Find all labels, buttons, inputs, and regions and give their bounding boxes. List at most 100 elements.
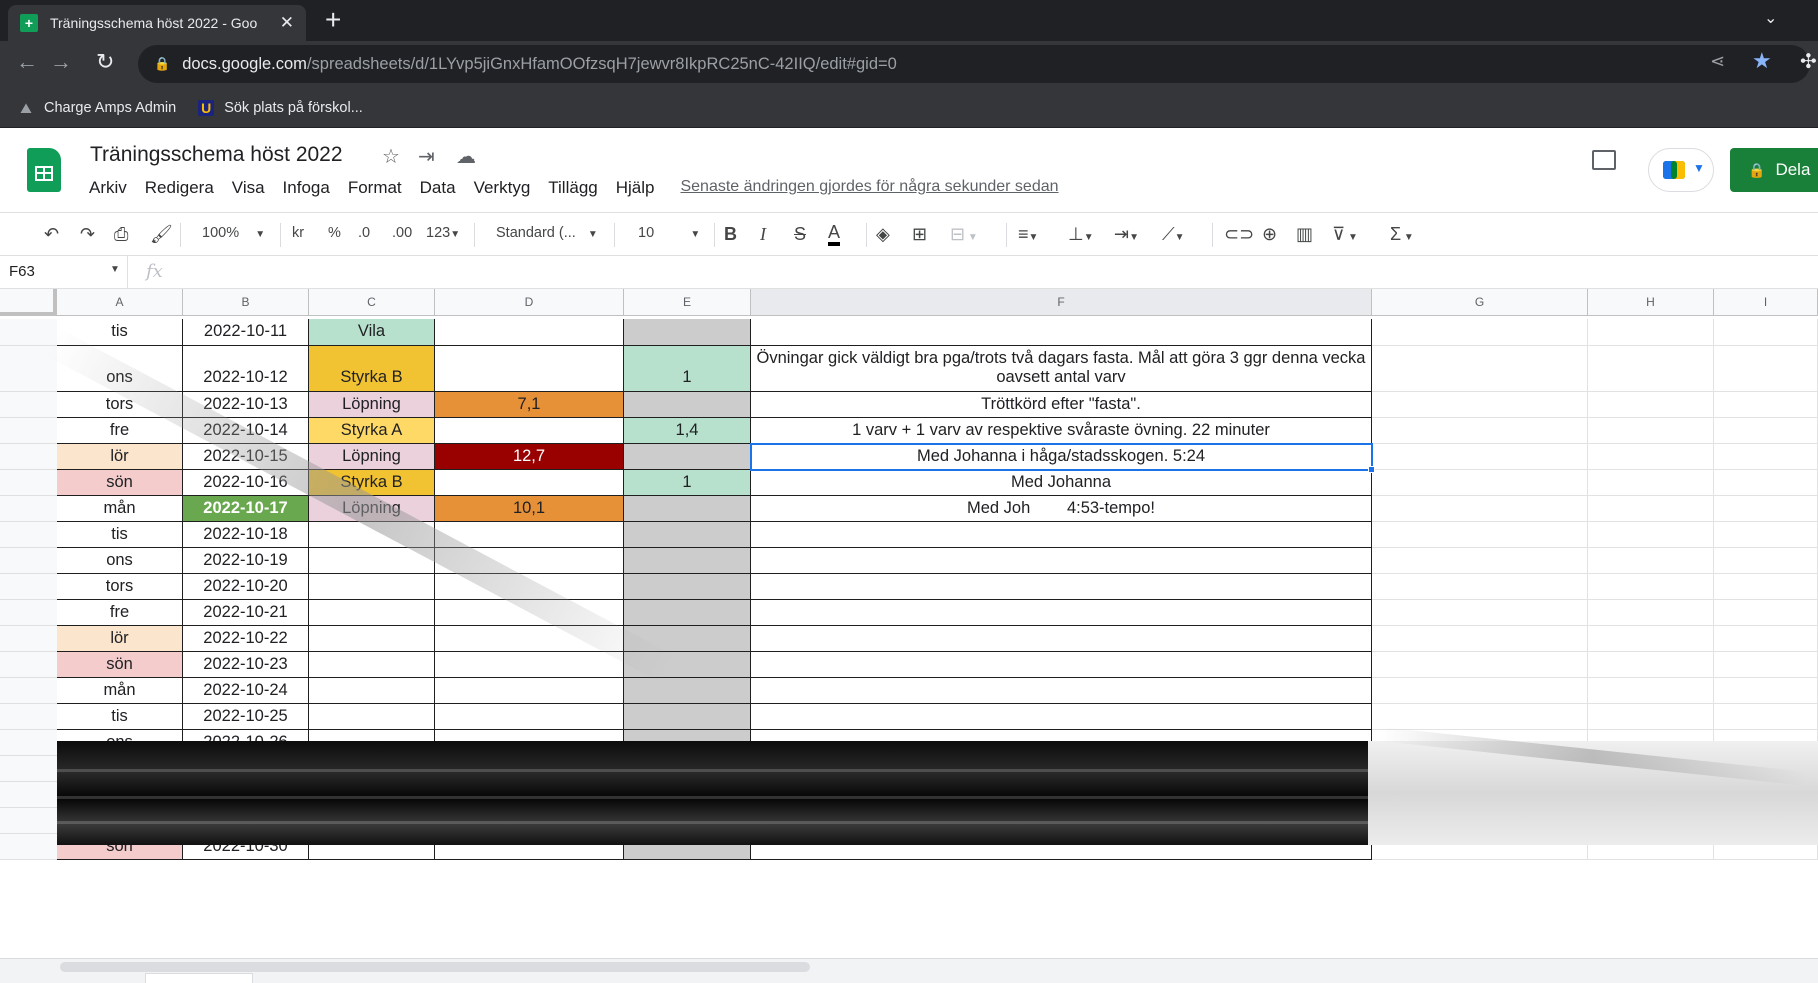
bookmark-forskola[interactable]: U Sök plats på förskol... bbox=[198, 99, 363, 116]
cell-b[interactable]: 2022-10-12 bbox=[183, 346, 309, 392]
extensions-puzzle-icon[interactable]: ✣ bbox=[1800, 49, 1817, 74]
cell-c[interactable] bbox=[309, 652, 435, 678]
cell-c[interactable]: Vila bbox=[309, 319, 435, 346]
new-tab-plus-icon[interactable]: + bbox=[325, 4, 341, 36]
bold-button[interactable]: B bbox=[724, 222, 737, 246]
column-header-f[interactable]: F bbox=[751, 289, 1372, 316]
cell-a[interactable]: tis bbox=[57, 704, 183, 730]
cell-e[interactable] bbox=[624, 678, 751, 704]
cell-a[interactable]: lör bbox=[57, 626, 183, 652]
font-size-select[interactable]: 10 ▼ bbox=[638, 225, 700, 241]
zoom-select[interactable]: 100% ▼ bbox=[202, 225, 265, 241]
increase-decimal-button[interactable]: .00 bbox=[392, 225, 412, 241]
cell-d[interactable] bbox=[435, 652, 624, 678]
italic-button[interactable]: I bbox=[760, 222, 766, 246]
column-header-a[interactable]: A bbox=[57, 289, 183, 316]
cell-f[interactable]: Tröttkörd efter "fasta". bbox=[751, 392, 1372, 418]
percent-format-button[interactable]: % bbox=[328, 225, 341, 241]
name-box[interactable]: F63 ▼ bbox=[0, 256, 128, 288]
share-button[interactable]: 🔒 Dela bbox=[1730, 148, 1818, 192]
bookmark-star-icon[interactable]: ★ bbox=[1752, 48, 1772, 74]
address-bar[interactable]: 🔒 docs.google.com /spreadsheets/d/1LYvp5… bbox=[138, 45, 1810, 83]
move-folder-icon[interactable]: ⇥ bbox=[418, 144, 435, 169]
cell-d[interactable]: 7,1 bbox=[435, 392, 624, 418]
cell-d[interactable]: 10,1 bbox=[435, 496, 624, 522]
cell-e[interactable] bbox=[624, 600, 751, 626]
cell-f[interactable] bbox=[751, 652, 1372, 678]
horizontal-align-icon[interactable]: ≡▼ bbox=[1018, 222, 1038, 246]
forward-arrow-icon[interactable]: → bbox=[50, 49, 72, 75]
cell-c[interactable] bbox=[309, 678, 435, 704]
tab-search-chevron-icon[interactable]: ⌄ bbox=[1764, 8, 1777, 28]
empty-cell[interactable] bbox=[1714, 392, 1818, 418]
menu-tillagg[interactable]: Tillägg bbox=[548, 178, 597, 198]
column-header-d[interactable]: D bbox=[435, 289, 624, 316]
empty-cell[interactable] bbox=[1372, 346, 1588, 392]
cell-a[interactable]: tors bbox=[57, 574, 183, 600]
empty-cell[interactable] bbox=[1372, 319, 1588, 346]
horizontal-scrollbar[interactable] bbox=[60, 962, 810, 972]
row-header[interactable] bbox=[0, 574, 57, 600]
merge-cells-icon[interactable]: ⊟ ▼ bbox=[950, 222, 978, 246]
cell-c[interactable] bbox=[309, 626, 435, 652]
empty-cell[interactable] bbox=[1714, 704, 1818, 730]
menu-format[interactable]: Format bbox=[348, 178, 402, 198]
cell-e[interactable]: 1 bbox=[624, 346, 751, 392]
row-header[interactable] bbox=[0, 730, 57, 756]
empty-cell[interactable] bbox=[1372, 678, 1588, 704]
comment-history-icon[interactable] bbox=[1592, 150, 1616, 170]
empty-cell[interactable] bbox=[1588, 522, 1714, 548]
cell-a[interactable]: fre bbox=[57, 418, 183, 444]
cell-b[interactable]: 2022-10-25 bbox=[183, 704, 309, 730]
empty-cell[interactable] bbox=[1588, 574, 1714, 600]
empty-cell[interactable] bbox=[1588, 652, 1714, 678]
cell-a[interactable]: lör bbox=[57, 444, 183, 470]
cell-b[interactable]: 2022-10-18 bbox=[183, 522, 309, 548]
row-header[interactable] bbox=[0, 548, 57, 574]
empty-cell[interactable] bbox=[1588, 470, 1714, 496]
empty-cell[interactable] bbox=[1714, 600, 1818, 626]
sheets-logo-icon[interactable] bbox=[27, 148, 61, 192]
meet-button[interactable]: ▼ bbox=[1648, 148, 1714, 192]
cell-d[interactable] bbox=[435, 470, 624, 496]
empty-cell[interactable] bbox=[1714, 678, 1818, 704]
formula-input[interactable] bbox=[183, 263, 1783, 283]
cell-b[interactable]: 2022-10-20 bbox=[183, 574, 309, 600]
cell-a[interactable]: sön bbox=[57, 470, 183, 496]
empty-cell[interactable] bbox=[1714, 418, 1818, 444]
strikethrough-button[interactable]: S bbox=[794, 222, 806, 246]
cell-e[interactable] bbox=[624, 392, 751, 418]
row-header[interactable] bbox=[0, 626, 57, 652]
cell-c[interactable]: Löpning bbox=[309, 392, 435, 418]
menu-infoga[interactable]: Infoga bbox=[283, 178, 330, 198]
row-header[interactable] bbox=[0, 678, 57, 704]
row-header[interactable] bbox=[0, 319, 57, 346]
empty-cell[interactable] bbox=[1372, 652, 1588, 678]
insert-comment-icon[interactable]: ⊕ bbox=[1262, 222, 1277, 246]
empty-cell[interactable] bbox=[1588, 444, 1714, 470]
decrease-decimal-button[interactable]: .0 bbox=[358, 225, 370, 241]
empty-cell[interactable] bbox=[1714, 319, 1818, 346]
vertical-align-icon[interactable]: ⊥▼ bbox=[1068, 222, 1094, 246]
cell-b[interactable]: 2022-10-21 bbox=[183, 600, 309, 626]
cell-e[interactable] bbox=[624, 522, 751, 548]
cell-b[interactable]: 2022-10-17 bbox=[183, 496, 309, 522]
functions-sigma-icon[interactable]: Σ ▼ bbox=[1390, 222, 1414, 246]
cell-c[interactable]: Styrka B bbox=[309, 346, 435, 392]
row-header[interactable] bbox=[0, 522, 57, 548]
fill-handle[interactable] bbox=[1368, 466, 1375, 473]
cell-e[interactable] bbox=[624, 574, 751, 600]
row-header[interactable] bbox=[0, 756, 57, 782]
empty-cell[interactable] bbox=[1714, 548, 1818, 574]
column-header-b[interactable]: B bbox=[183, 289, 309, 316]
menu-data[interactable]: Data bbox=[420, 178, 456, 198]
close-tab-icon[interactable]: ✕ bbox=[280, 13, 294, 33]
row-header[interactable] bbox=[0, 652, 57, 678]
select-all-corner[interactable] bbox=[0, 289, 57, 316]
row-header[interactable] bbox=[0, 704, 57, 730]
empty-cell[interactable] bbox=[1714, 496, 1818, 522]
column-header-i[interactable]: I bbox=[1714, 289, 1818, 316]
cell-e[interactable] bbox=[624, 704, 751, 730]
cloud-saved-icon[interactable]: ☁ bbox=[456, 144, 476, 169]
cell-e[interactable]: 1 bbox=[624, 470, 751, 496]
